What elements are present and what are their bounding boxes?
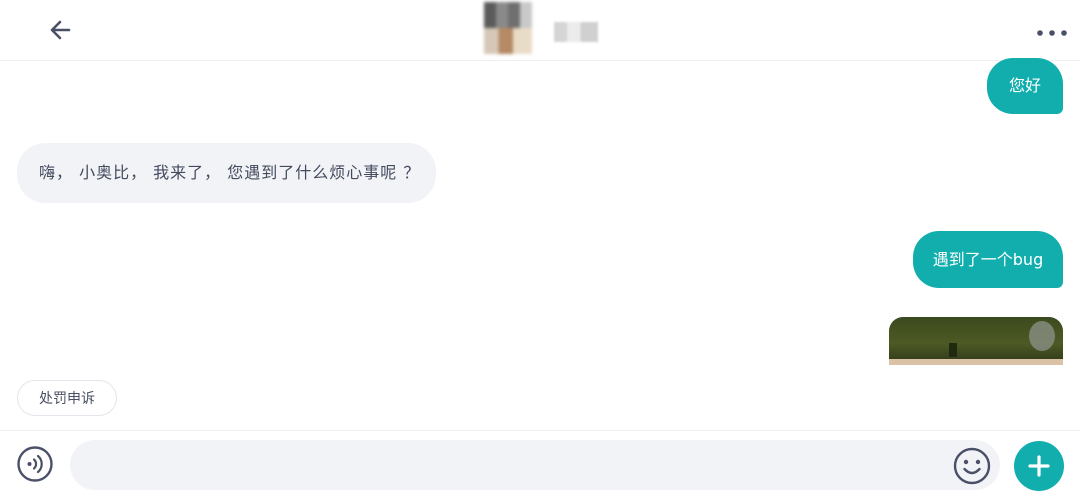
received-message-bubble[interactable]: 嗨， 小奥比， 我来了， 您遇到了什么烦心事呢 ？: [17, 143, 436, 203]
message-text-input[interactable]: [70, 440, 1000, 490]
emoji-button[interactable]: [952, 446, 992, 486]
contact-avatar[interactable]: [484, 2, 532, 54]
sent-message-bubble[interactable]: 遇到了一个bug: [913, 231, 1063, 288]
quick-reply-appeal-button[interactable]: 处罚申诉: [17, 380, 117, 416]
message-input-bar: [0, 430, 1080, 499]
contact-name: [554, 22, 598, 42]
plus-icon: [1028, 455, 1050, 477]
voice-input-button[interactable]: [16, 445, 54, 483]
sent-message-bubble[interactable]: 您好: [987, 58, 1063, 114]
voice-icon: [17, 446, 53, 482]
add-attachment-button[interactable]: [1014, 441, 1064, 491]
more-options-button[interactable]: [1034, 24, 1070, 36]
image-content: [949, 343, 957, 357]
ellipsis-icon: [1037, 30, 1067, 36]
sent-image-message[interactable]: [889, 317, 1063, 365]
image-content: [1029, 321, 1055, 351]
back-button[interactable]: [44, 14, 78, 46]
smiley-icon: [953, 447, 991, 485]
image-content: [889, 359, 1063, 365]
chat-header: [0, 0, 1080, 61]
arrow-left-icon: [50, 20, 71, 40]
